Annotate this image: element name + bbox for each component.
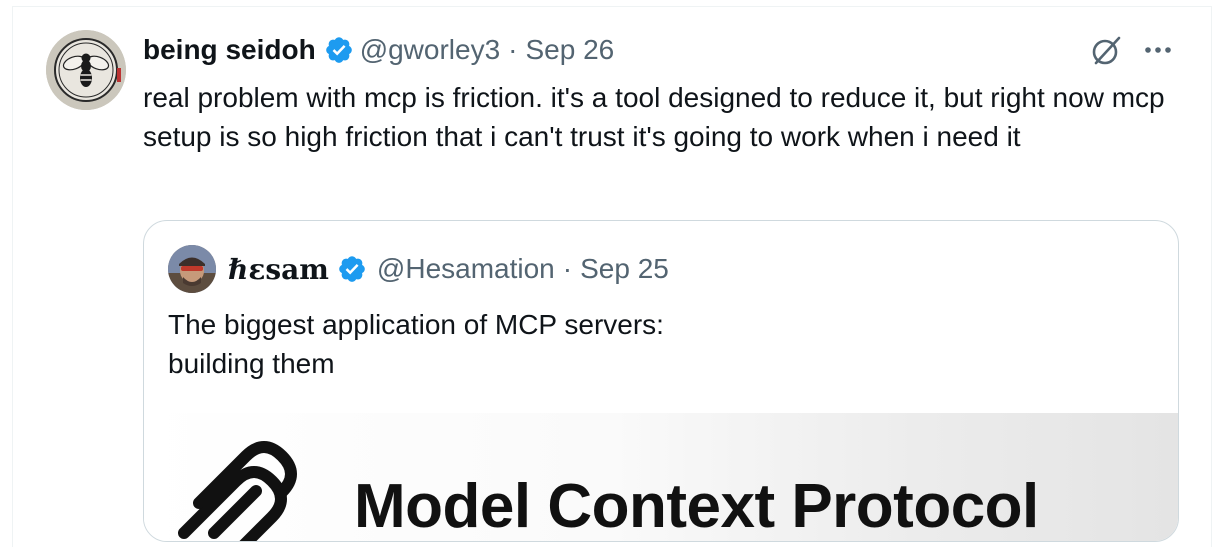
quoted-author-avatar[interactable]	[168, 245, 216, 293]
verified-badge-icon	[337, 254, 367, 284]
quoted-avatar-image	[168, 245, 216, 293]
quoted-tweet-header: ℏεsam @Hesamation · Sep 25	[228, 249, 669, 289]
quoted-text-line: The biggest application of MCP servers:	[168, 309, 664, 340]
quoted-author-name[interactable]: ℏεsam	[228, 253, 329, 286]
bee-avatar-image	[46, 30, 126, 110]
quoted-text-line: building them	[168, 348, 335, 379]
verified-badge-icon	[324, 35, 354, 65]
author-name[interactable]: being seidoh	[143, 34, 316, 66]
author-handle[interactable]: @gworley3	[360, 34, 500, 66]
separator-dot: ·	[562, 253, 573, 284]
mcp-logo-icon	[178, 441, 297, 541]
quoted-author-handle[interactable]: @Hesamation	[377, 253, 555, 285]
quoted-tweet-text: The biggest application of MCP servers: …	[168, 305, 1148, 383]
tweet-timestamp[interactable]: Sep 26	[526, 34, 615, 66]
quoted-tweet-timestamp[interactable]: Sep 25	[580, 253, 669, 285]
quoted-media-image[interactable]: Model Context Protocol	[144, 413, 1178, 541]
author-avatar[interactable]	[46, 30, 126, 110]
media-title-text: Model Context Protocol	[354, 472, 1039, 541]
more-dots-icon[interactable]	[1140, 36, 1176, 64]
separator-dot: ·	[508, 34, 518, 65]
tweet-body-text: real problem with mcp is friction. it's …	[143, 82, 1165, 152]
grok-icon[interactable]	[1090, 33, 1124, 67]
tweet-header: being seidoh @gworley3 · Sep 26	[143, 30, 614, 70]
quoted-tweet-card[interactable]: ℏεsam @Hesamation · Sep 25 The biggest a…	[143, 220, 1179, 542]
